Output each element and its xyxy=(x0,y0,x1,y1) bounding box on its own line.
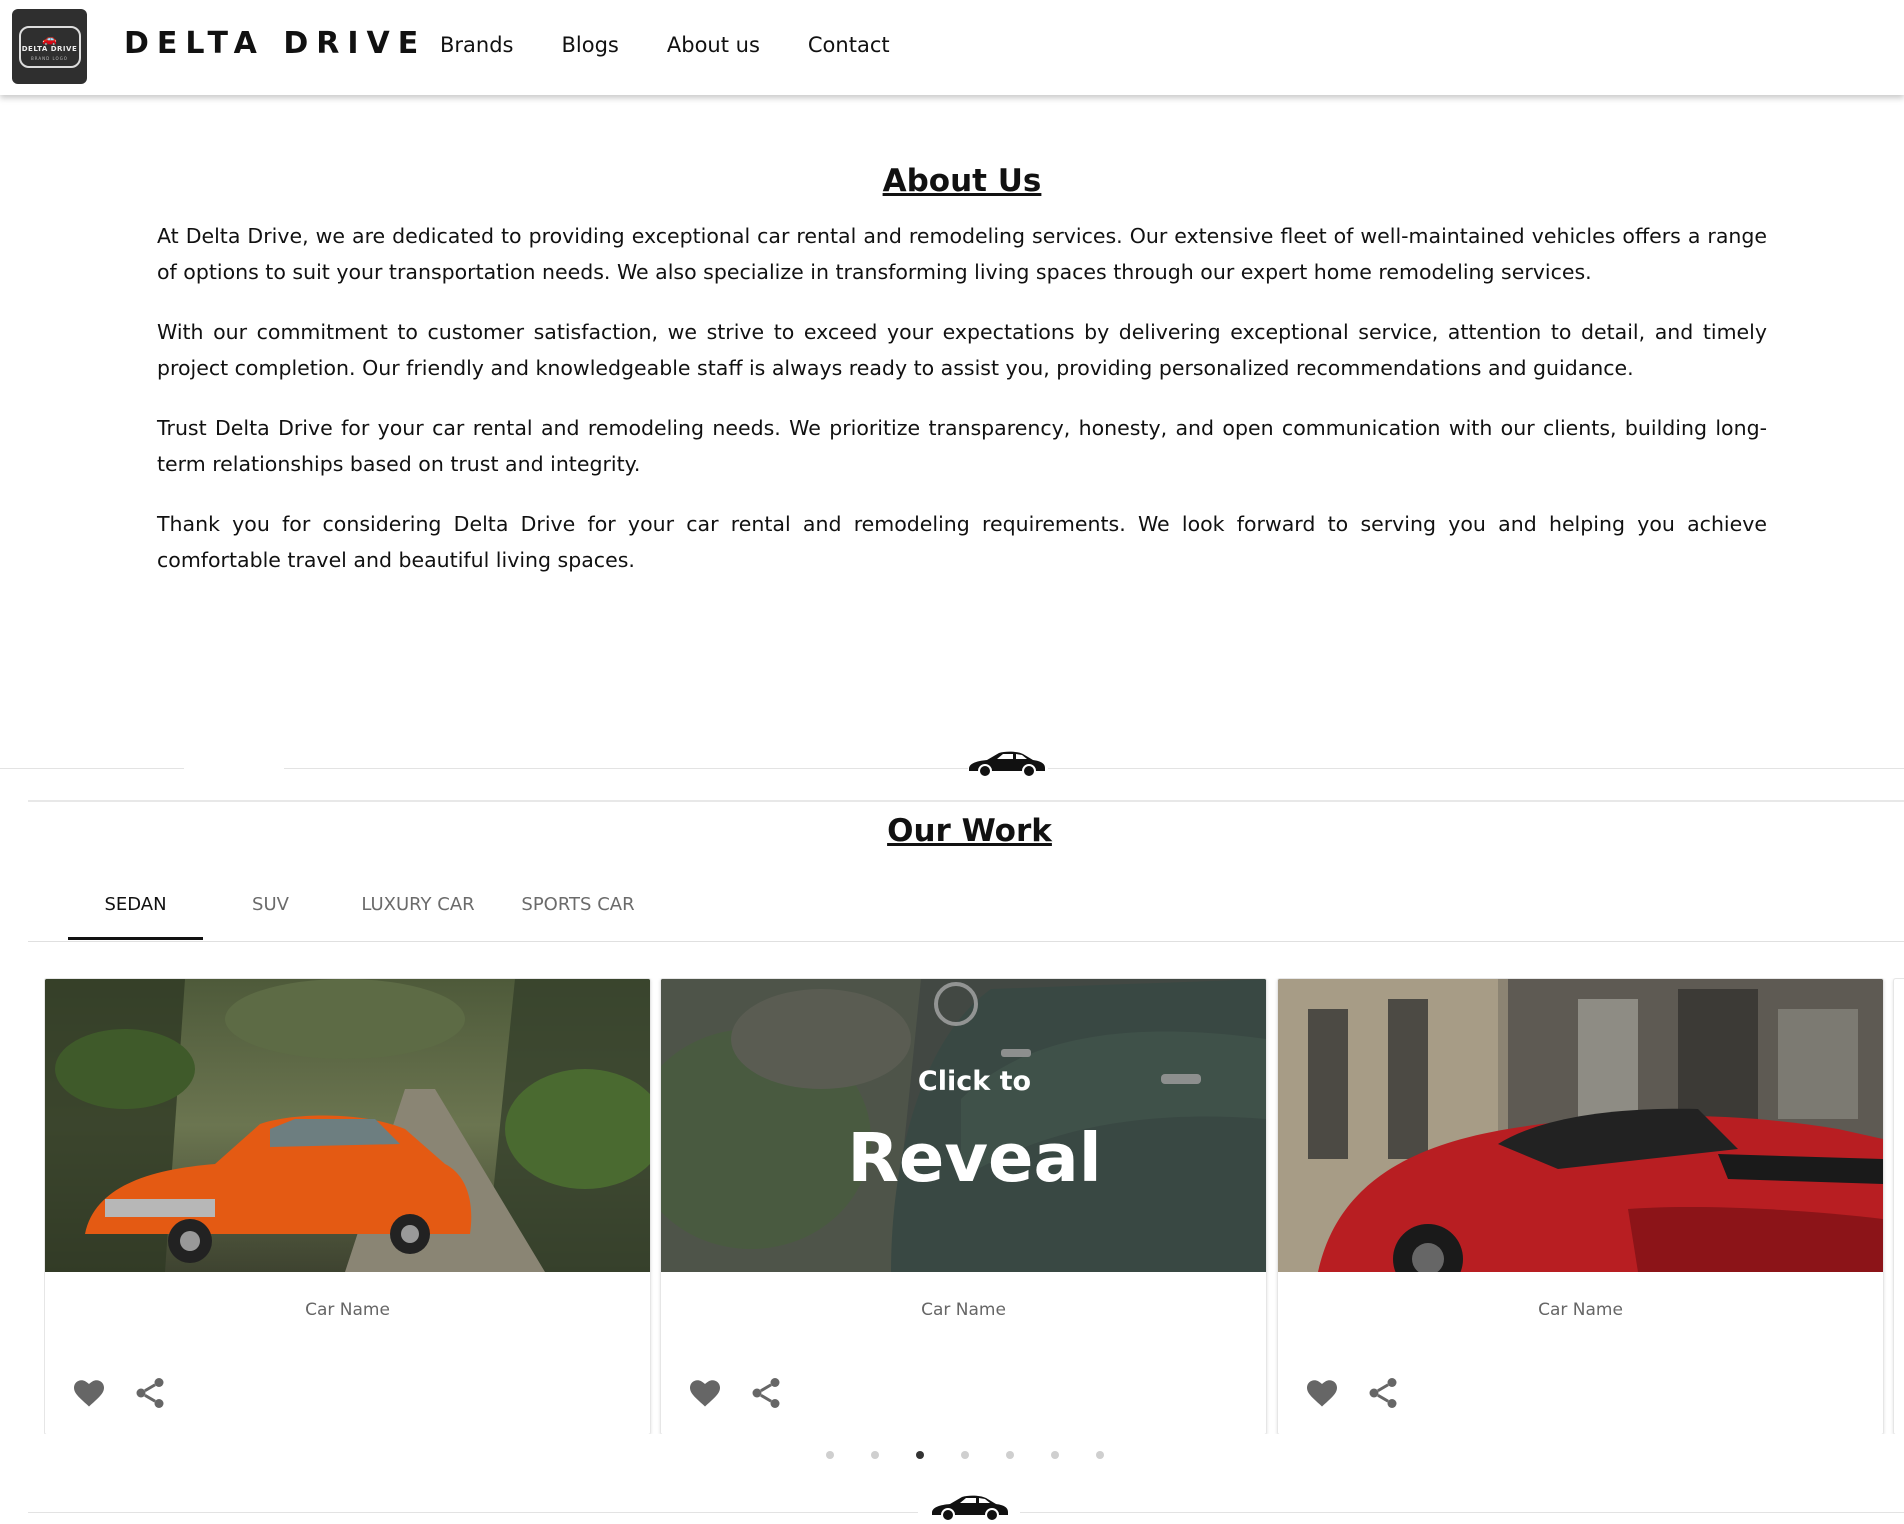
logo-badge: 🚗 DELTA DRIVE BRAND LOGO xyxy=(18,25,81,68)
card-actions xyxy=(1304,1375,1426,1411)
brand-name[interactable]: DELTA DRIVE xyxy=(124,26,426,61)
reveal-caption: Click to xyxy=(917,1066,1032,1097)
car-image-red-sports[interactable] xyxy=(1278,979,1883,1272)
about-title: About Us xyxy=(882,163,1042,199)
tab-suv[interactable]: SUV xyxy=(203,884,338,940)
car-card[interactable]: Car Name xyxy=(1277,978,1884,1434)
section-separator xyxy=(28,800,1904,802)
logo-car-icon: 🚗 xyxy=(42,31,57,46)
car-silhouette-icon xyxy=(932,1495,1008,1522)
nav-about-link[interactable]: About us xyxy=(667,33,760,57)
logo-text: DELTA DRIVE xyxy=(21,44,78,53)
tab-luxury-car[interactable]: LUXURY CAR xyxy=(338,884,498,940)
logo[interactable]: 🚗 DELTA DRIVE BRAND LOGO xyxy=(12,9,87,84)
main-nav: Brands Blogs About us Contact xyxy=(440,33,938,57)
card-actions xyxy=(687,1375,809,1411)
tab-sedan[interactable]: SEDAN xyxy=(68,884,203,940)
divider-line xyxy=(284,768,968,769)
divider-line xyxy=(28,1512,918,1513)
heart-icon[interactable] xyxy=(71,1375,107,1411)
car-silhouette-icon xyxy=(969,751,1045,778)
carousel-dot[interactable] xyxy=(1006,1451,1014,1459)
heart-icon[interactable] xyxy=(687,1375,723,1411)
divider-line xyxy=(1048,768,1904,769)
about-paragraph: At Delta Drive, we are dedicated to prov… xyxy=(157,224,1767,284)
carousel-dot-active[interactable] xyxy=(916,1451,924,1459)
car-card[interactable]: Click to Reveal Car Name xyxy=(660,978,1267,1434)
reveal-heading: Reveal xyxy=(847,1119,1102,1197)
carousel-dot[interactable] xyxy=(961,1451,969,1459)
carousel-dot[interactable] xyxy=(1096,1451,1104,1459)
carousel-dot[interactable] xyxy=(826,1451,834,1459)
car-name: Car Name xyxy=(305,1300,390,1320)
car-name: Car Name xyxy=(921,1300,1006,1320)
car-image-orange-classic[interactable] xyxy=(45,979,650,1272)
about-paragraph: Thank you for considering Delta Drive fo… xyxy=(157,512,1767,572)
carousel-dot[interactable] xyxy=(1051,1451,1059,1459)
car-image-green-vintage[interactable]: Click to Reveal xyxy=(661,979,1266,1272)
about-body: At Delta Drive, we are dedicated to prov… xyxy=(157,218,1767,602)
car-carousel: Car Name Click to Reveal Car Name Car Na… xyxy=(44,978,1904,1434)
carousel-pagination xyxy=(826,1451,1141,1459)
work-title: Our Work xyxy=(887,813,1052,849)
car-card[interactable]: Car Name xyxy=(44,978,651,1434)
tabs-underline xyxy=(28,941,1904,942)
divider-line xyxy=(1020,1512,1904,1513)
car-name: Car Name xyxy=(1538,1300,1623,1320)
carousel-dot[interactable] xyxy=(871,1451,879,1459)
nav-brands-link[interactable]: Brands xyxy=(440,33,514,57)
heart-icon[interactable] xyxy=(1304,1375,1340,1411)
divider-line xyxy=(0,768,184,769)
card-actions xyxy=(71,1375,193,1411)
category-tabs: SEDAN SUV LUXURY CAR SPORTS CAR xyxy=(68,884,658,940)
share-icon[interactable] xyxy=(1365,1375,1401,1411)
tab-sports-car[interactable]: SPORTS CAR xyxy=(498,884,658,940)
share-icon[interactable] xyxy=(132,1375,168,1411)
share-icon[interactable] xyxy=(748,1375,784,1411)
logo-subtext: BRAND LOGO xyxy=(31,55,68,61)
site-header: 🚗 DELTA DRIVE BRAND LOGO DELTA DRIVE Bra… xyxy=(0,0,1904,95)
car-card-partial[interactable] xyxy=(1893,978,1904,1434)
nav-contact-link[interactable]: Contact xyxy=(808,33,890,57)
about-paragraph: Trust Delta Drive for your car rental an… xyxy=(157,416,1767,476)
nav-blogs-link[interactable]: Blogs xyxy=(562,33,619,57)
about-paragraph: With our commitment to customer satisfac… xyxy=(157,320,1767,380)
